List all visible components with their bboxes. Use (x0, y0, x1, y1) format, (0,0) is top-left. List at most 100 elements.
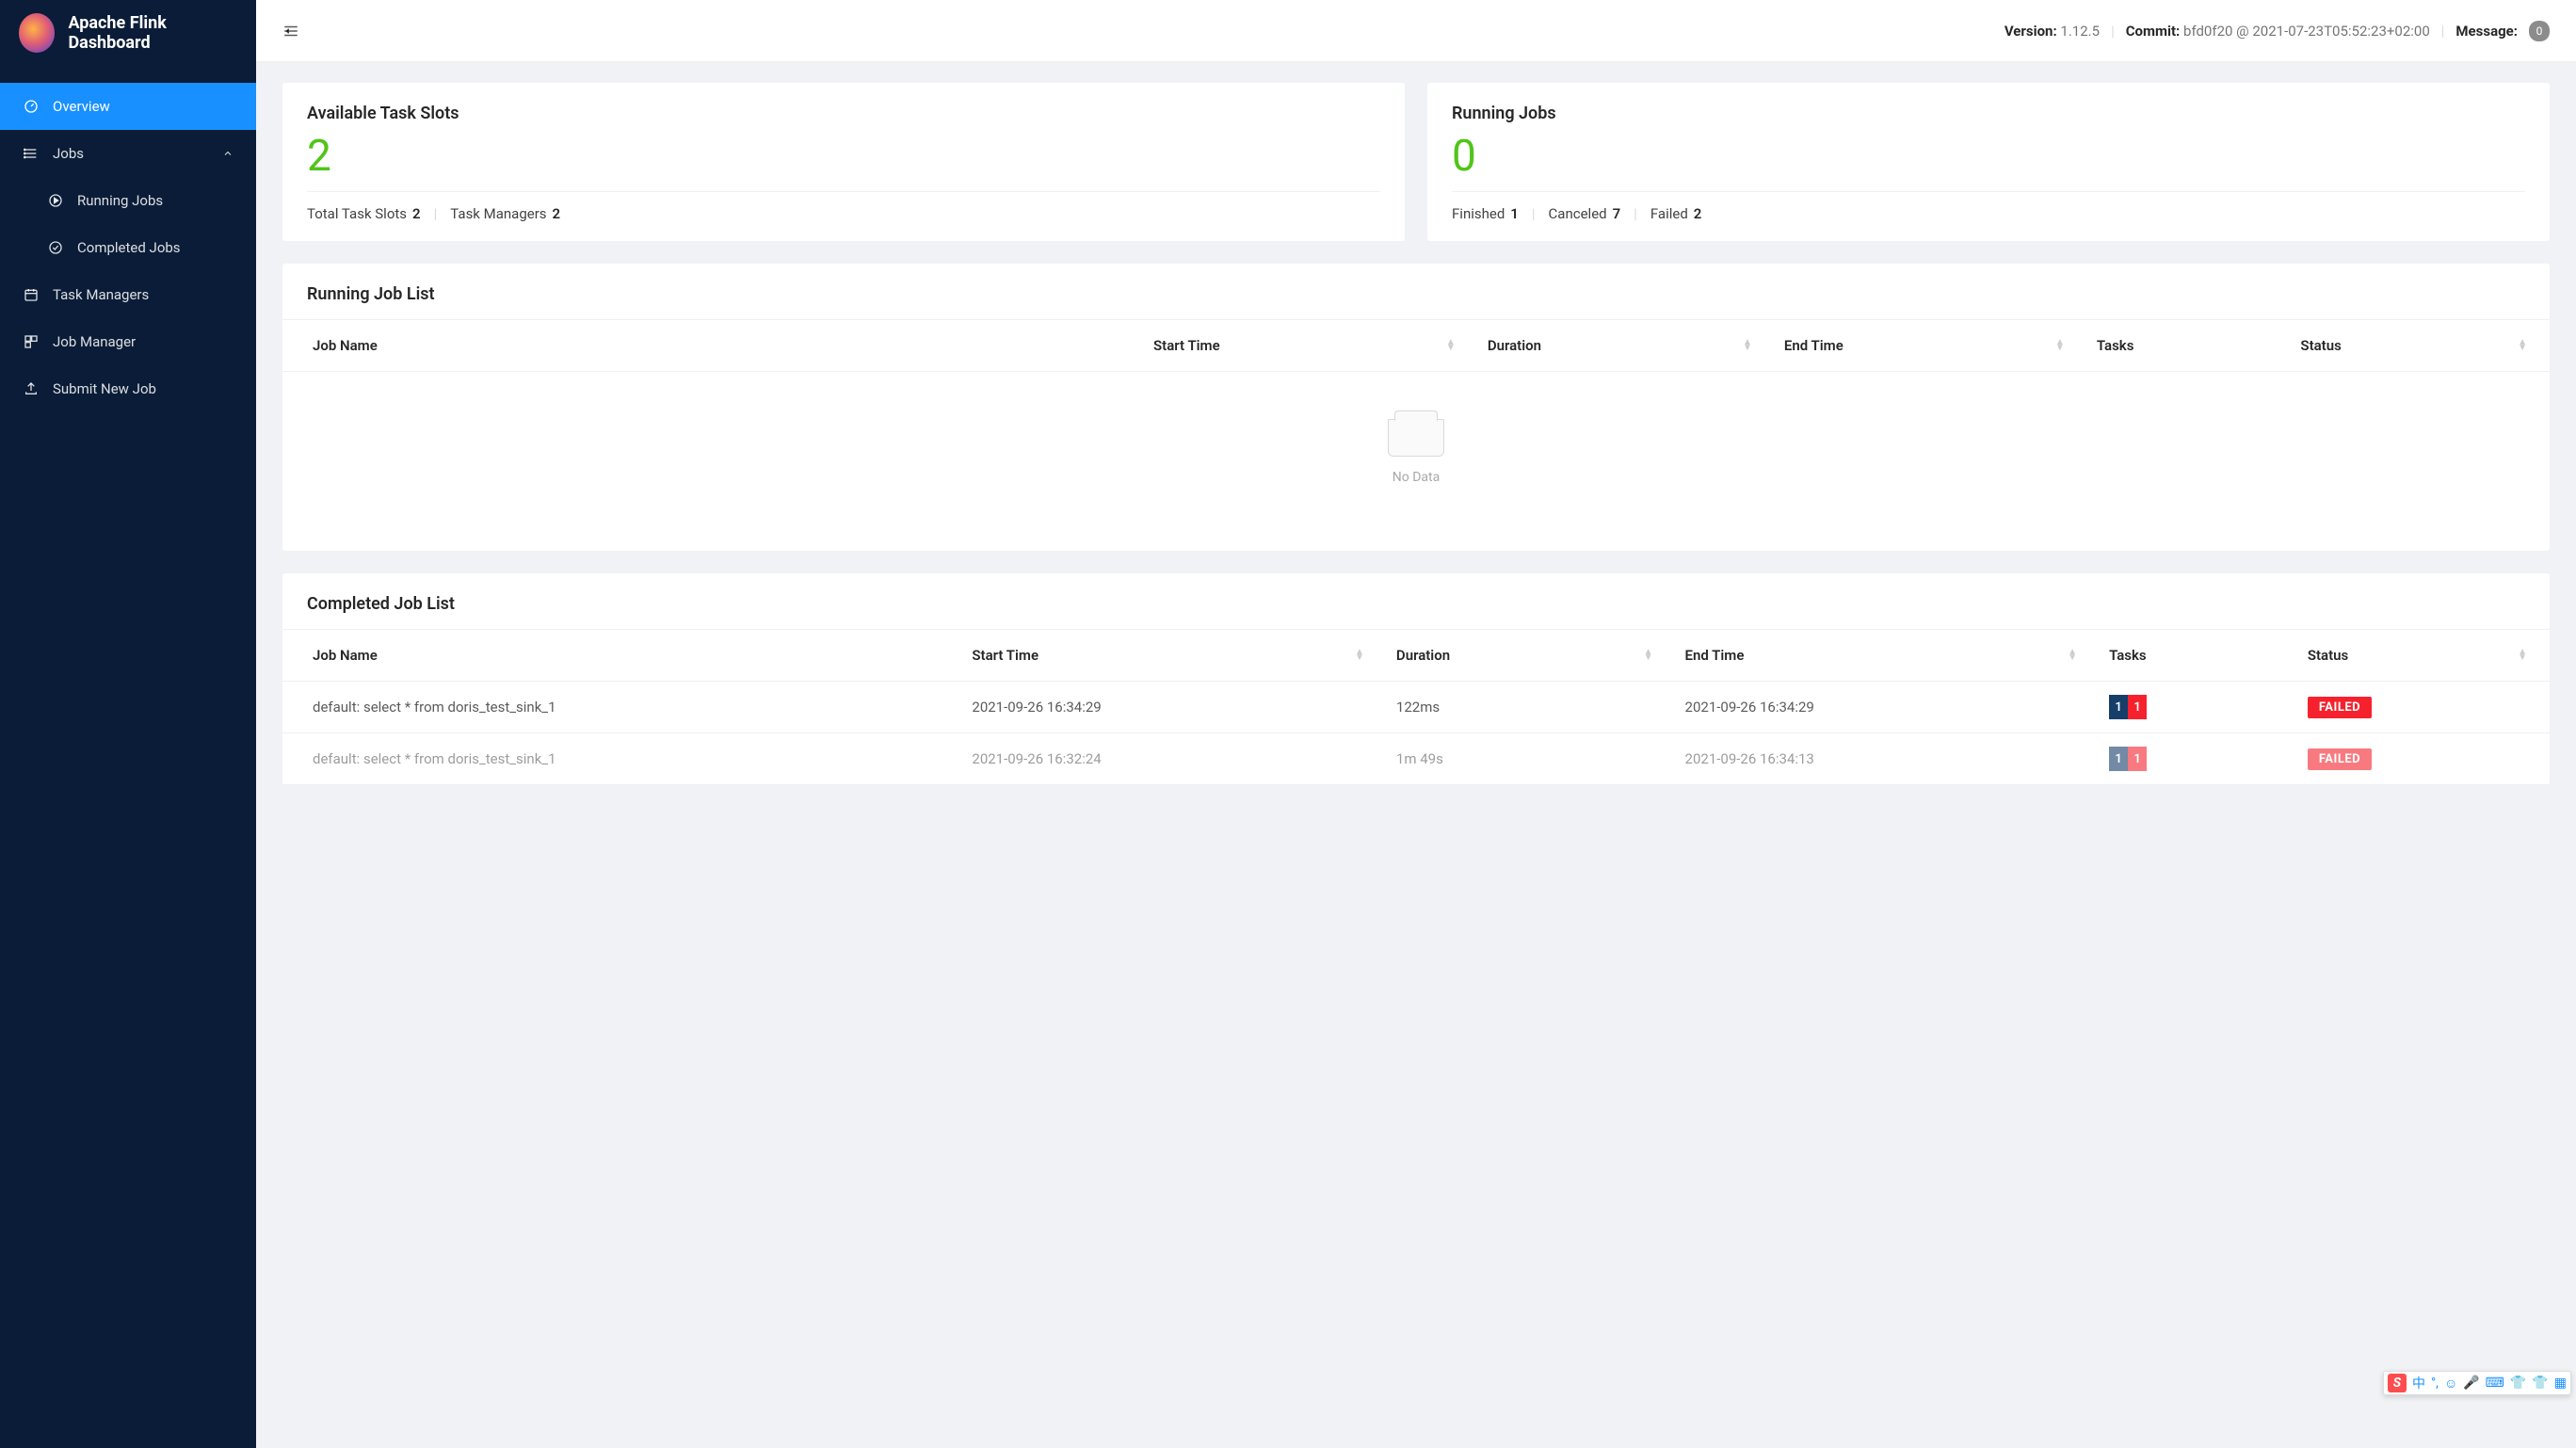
sidebar-header: Apache Flink Dashboard (0, 0, 256, 66)
ime-toolbar[interactable]: S 中 °, ☺ 🎤 ⌨ 👕 👕 ▦ (2383, 1371, 2571, 1395)
flink-logo-icon (19, 13, 55, 53)
col-job-name[interactable]: Job Name (282, 320, 1144, 372)
sidebar-item-label: Running Jobs (77, 192, 163, 209)
sidebar-item-completed-jobs[interactable]: Completed Jobs (0, 224, 256, 271)
col-duration[interactable]: Duration▲▼ (1478, 320, 1775, 372)
running-jobs-value: 0 (1452, 127, 2525, 192)
canceled-label: Canceled (1549, 205, 1607, 222)
ime-lang[interactable]: 中 (2412, 1374, 2425, 1392)
col-start-time[interactable]: Start Time▲▼ (1144, 320, 1478, 372)
upload-icon (23, 381, 40, 396)
build-icon (23, 334, 40, 349)
message-count-badge[interactable]: 0 (2529, 21, 2550, 41)
cell-duration: 1m 49s (1387, 733, 1676, 785)
sidebar-item-jobs[interactable]: Jobs (0, 130, 256, 177)
completed-job-list-panel: Completed Job List Job Name Start Time▲▼… (282, 573, 2550, 785)
col-tasks[interactable]: Tasks (2087, 320, 2292, 372)
cell-start-time: 2021-09-26 16:34:29 (962, 682, 1387, 733)
ime-tshirt-icon[interactable]: 👕 (2532, 1376, 2548, 1391)
card-title: Available Task Slots (307, 104, 1380, 123)
app-title: Apache Flink Dashboard (68, 13, 237, 53)
sort-icon: ▲▼ (1743, 340, 1752, 351)
failed-label: Failed (1650, 205, 1688, 222)
sidebar-item-task-managers[interactable]: Task Managers (0, 271, 256, 318)
col-tasks[interactable]: Tasks (2100, 630, 2298, 682)
sort-icon: ▲▼ (2518, 340, 2527, 351)
empty-text: No Data (282, 470, 2550, 485)
sidebar-item-submit-new-job[interactable]: Submit New Job (0, 365, 256, 412)
cell-job-name: default: select * from doris_test_sink_1 (282, 682, 962, 733)
ime-emoji-icon[interactable]: ☺ (2444, 1376, 2457, 1392)
ime-keyboard-icon[interactable]: ⌨ (2486, 1376, 2504, 1391)
total-slots-value: 2 (412, 205, 421, 222)
cell-job-name: default: select * from doris_test_sink_1 (282, 733, 962, 785)
sidebar-menu: Overview Jobs Running Jobs (0, 66, 256, 412)
cell-duration: 122ms (1387, 682, 1676, 733)
sidebar-item-label: Completed Jobs (77, 239, 181, 256)
sidebar-item-job-manager[interactable]: Job Manager (0, 318, 256, 365)
topbar: Version: 1.12.5 | Commit: bfd0f20 @ 2021… (256, 0, 2576, 62)
total-slots-label: Total Task Slots (307, 205, 407, 222)
status-badge: FAILED (2308, 748, 2372, 770)
status-badge: FAILED (2308, 697, 2372, 718)
message-label: Message: (2455, 23, 2518, 40)
ime-mic-icon[interactable]: 🎤 (2463, 1376, 2479, 1391)
sort-icon: ▲▼ (2055, 340, 2065, 351)
sidebar-item-overview[interactable]: Overview (0, 83, 256, 130)
card-title: Running Jobs (1452, 104, 2525, 123)
sidebar: Apache Flink Dashboard Overview Jobs (0, 0, 256, 1448)
dashboard-icon (23, 99, 40, 114)
menu-fold-icon[interactable] (282, 23, 299, 40)
col-status[interactable]: Status▲▼ (2291, 320, 2550, 372)
task-badge-failed: 1 (2128, 747, 2147, 771)
sort-icon: ▲▼ (1446, 340, 1456, 351)
empty-icon (1388, 419, 1444, 457)
col-start-time[interactable]: Start Time▲▼ (962, 630, 1387, 682)
schedule-icon (23, 287, 40, 302)
ime-skin-icon[interactable]: 👕 (2510, 1376, 2526, 1391)
sort-icon: ▲▼ (2518, 650, 2527, 661)
sidebar-item-label: Job Manager (53, 333, 136, 350)
sort-icon: ▲▼ (2068, 650, 2077, 661)
version-label: Version: (2004, 23, 2057, 40)
col-duration[interactable]: Duration▲▼ (1387, 630, 1676, 682)
ime-logo-icon: S (2388, 1374, 2407, 1392)
ime-grid-icon[interactable]: ▦ (2554, 1376, 2567, 1391)
finished-label: Finished (1452, 205, 1505, 222)
running-job-table: Job Name Start Time▲▼ Duration▲▼ End Tim… (282, 320, 2550, 372)
play-circle-icon (47, 193, 64, 208)
ime-punct-icon[interactable]: °, (2431, 1376, 2439, 1391)
sidebar-item-label: Task Managers (53, 286, 149, 303)
cell-end-time: 2021-09-26 16:34:13 (1676, 733, 2101, 785)
commit-label: Commit: (2126, 23, 2181, 40)
main-area: Version: 1.12.5 | Commit: bfd0f20 @ 2021… (256, 0, 2576, 1448)
sidebar-item-label: Jobs (53, 145, 84, 162)
table-row[interactable]: default: select * from doris_test_sink_1… (282, 733, 2550, 785)
col-end-time[interactable]: End Time▲▼ (1676, 630, 2101, 682)
commit-value: bfd0f20 @ 2021-07-23T05:52:23+02:00 (2183, 23, 2430, 40)
canceled-value: 7 (1613, 205, 1621, 222)
chevron-up-icon (222, 148, 233, 159)
panel-title: Running Job List (282, 264, 2550, 320)
empty-state: No Data (282, 372, 2550, 551)
sidebar-item-label: Overview (53, 98, 110, 115)
content: Available Task Slots 2 Total Task Slots 2… (256, 62, 2576, 806)
sort-icon: ▲▼ (1355, 650, 1364, 661)
completed-job-table: Job Name Start Time▲▼ Duration▲▼ End Tim… (282, 630, 2550, 785)
cell-status: FAILED (2298, 682, 2550, 733)
available-slots-value: 2 (307, 127, 1380, 192)
running-job-list-panel: Running Job List Job Name Start Time▲▼ D… (282, 264, 2550, 551)
col-end-time[interactable]: End Time▲▼ (1775, 320, 2087, 372)
col-status[interactable]: Status▲▼ (2298, 630, 2550, 682)
version-value: 1.12.5 (2060, 23, 2100, 40)
task-badge-total: 1 (2109, 747, 2128, 771)
cell-start-time: 2021-09-26 16:32:24 (962, 733, 1387, 785)
running-jobs-card: Running Jobs 0 Finished1 | Canceled7 | F… (1427, 83, 2550, 241)
col-job-name[interactable]: Job Name (282, 630, 962, 682)
sidebar-item-running-jobs[interactable]: Running Jobs (0, 177, 256, 224)
finished-value: 1 (1510, 205, 1519, 222)
task-badge-total: 1 (2109, 695, 2128, 719)
cell-tasks: 11 (2100, 733, 2298, 785)
table-row[interactable]: default: select * from doris_test_sink_1… (282, 682, 2550, 733)
sidebar-item-label: Submit New Job (53, 380, 156, 397)
